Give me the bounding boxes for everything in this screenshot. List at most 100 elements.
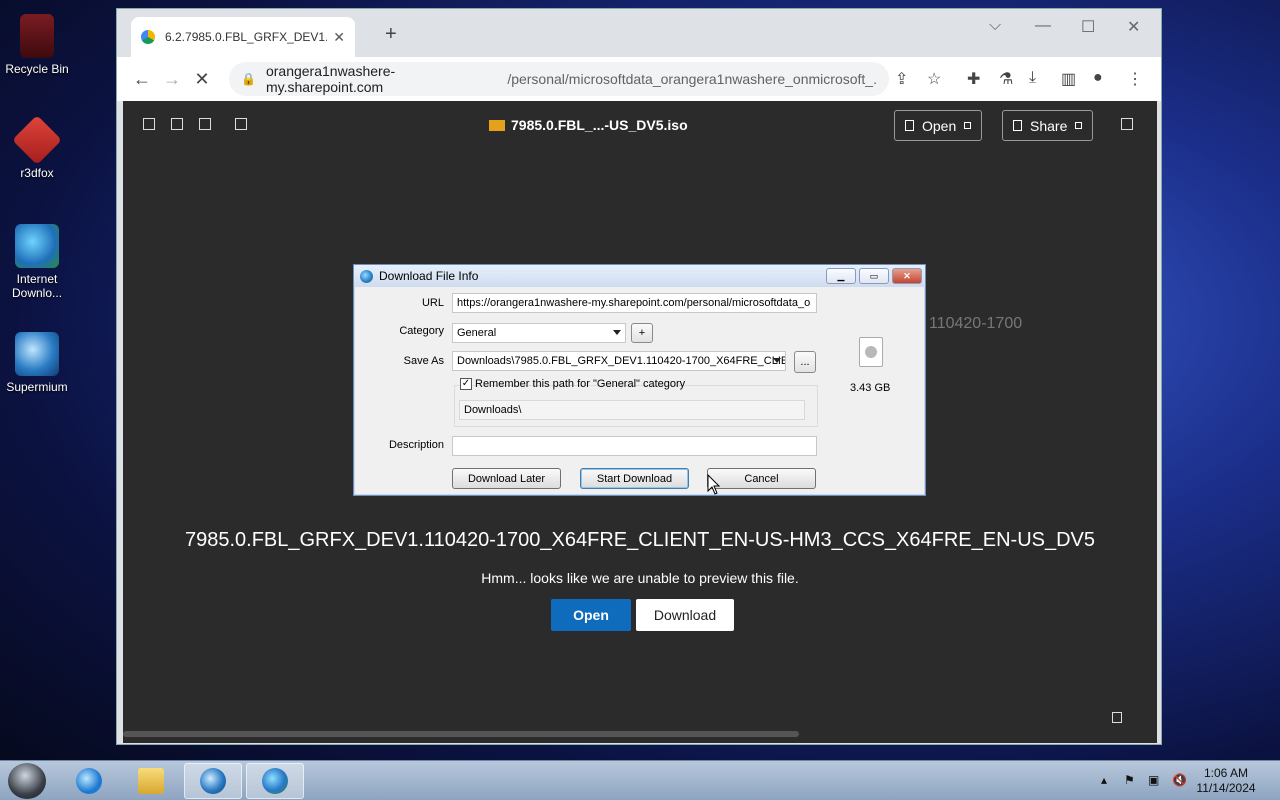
profile-avatar-icon[interactable]: ● <box>1093 69 1103 87</box>
file-size: 3.43 GB <box>850 382 891 394</box>
desktop-icon-r3dfox[interactable]: r3dfox <box>4 115 70 180</box>
start-button[interactable] <box>8 763 46 799</box>
supermium-icon <box>15 332 59 376</box>
lab-flask-icon[interactable]: ⚗ <box>999 69 1013 89</box>
toolbar-button-icon[interactable] <box>235 118 247 130</box>
url-label: URL <box>421 297 444 309</box>
viewer-topbar: 7985.0.FBL_...-US_DV5.iso Open Share <box>123 101 1157 149</box>
desktop-icon-supermium[interactable]: Supermium <box>4 332 70 394</box>
horizontal-scrollbar[interactable] <box>123 731 799 737</box>
desktop-icon-label: Internet Downlo... <box>12 272 63 300</box>
back-icon[interactable]: ← <box>127 69 157 90</box>
save-as-select[interactable]: Downloads\7985.0.FBL_GRFX_DEV1.110420-17… <box>452 351 786 371</box>
save-as-label: Save As <box>403 355 444 367</box>
bookmark-star-icon[interactable]: ☆ <box>927 69 941 89</box>
dialog-maximize-icon[interactable]: ▭ <box>859 268 889 284</box>
start-download-button[interactable]: Start Download <box>580 468 689 489</box>
description-label: Description <box>388 439 444 451</box>
toolbar-button-icon[interactable] <box>143 118 155 130</box>
url-field[interactable]: https://orangera1nwashere-my.sharepoint.… <box>452 293 817 313</box>
action-center-flag-icon[interactable]: ⚑ <box>1124 773 1135 787</box>
download-button[interactable]: Download <box>636 599 734 631</box>
desktop-icon-idm[interactable]: Internet Downlo... <box>4 224 70 300</box>
desktop-icon-label: Recycle Bin <box>5 62 69 76</box>
network-icon[interactable]: ▣ <box>1148 773 1159 787</box>
remember-path-checkbox[interactable]: ✓ <box>460 378 472 390</box>
clock-time: 1:06 AM <box>1203 766 1249 780</box>
dialog-minimize-icon[interactable]: ▁ <box>826 268 856 284</box>
share-icon <box>1013 120 1022 131</box>
save-as-value: Downloads\7985.0.FBL_GRFX_DEV1.110420-17… <box>457 355 786 367</box>
file-title-text: 7985.0.FBL_...-US_DV5.iso <box>511 117 688 133</box>
taskbar-internet-explorer[interactable] <box>60 763 118 799</box>
tab-search-icon[interactable]: ⌵ <box>989 17 1001 35</box>
category-label: Category <box>399 325 444 337</box>
description-field[interactable] <box>452 436 817 456</box>
dropdown-arrow-icon <box>613 330 621 335</box>
forward-icon[interactable]: → <box>157 69 187 90</box>
extensions-icon[interactable]: ✚ <box>967 69 980 89</box>
side-panel-icon[interactable]: ▥ <box>1061 69 1076 89</box>
browser-menu-icon[interactable]: ⋮ <box>1127 69 1143 89</box>
toolbar-button-icon[interactable] <box>171 118 183 130</box>
tab-title: 6.2.7985.0.FBL_GRFX_DEV1.1104 <box>165 30 328 44</box>
volume-muted-icon[interactable]: 🔇 <box>1172 773 1187 787</box>
fullscreen-icon[interactable] <box>1112 712 1122 723</box>
viewer-file-title: 7985.0.FBL_...-US_DV5.iso <box>489 117 688 133</box>
toolbar-button-icon[interactable] <box>199 118 211 130</box>
address-bar[interactable]: 🔒 orangera1nwashere-my.sharepoint.com /p… <box>229 62 889 96</box>
path-field[interactable]: Downloads\ <box>459 400 805 420</box>
taskbar-file-explorer[interactable] <box>122 763 180 799</box>
sharepoint-favicon-icon <box>141 30 155 44</box>
open-icon <box>905 120 914 131</box>
idm-app-icon <box>360 269 373 283</box>
open-label: Open <box>922 117 957 134</box>
show-hidden-icons-icon[interactable]: ▴ <box>1101 773 1107 787</box>
stop-loading-icon[interactable]: ✕ <box>187 69 217 90</box>
downloads-icon[interactable]: ⤓ <box>1029 69 1036 87</box>
taskbar-supermium[interactable] <box>184 763 242 799</box>
folder-icon <box>489 120 505 131</box>
chevron-icon <box>1075 122 1083 129</box>
url-path: /personal/microsoftdata_orangera1nwasher… <box>507 71 877 87</box>
dialog-titlebar[interactable]: Download File Info ▁ ▭ ✕ <box>354 265 925 287</box>
browser-toolbar: ← → ✕ 🔒 orangera1nwashere-my.sharepoint.… <box>117 57 1161 101</box>
minimize-icon[interactable]: — <box>1035 17 1051 35</box>
cancel-button[interactable]: Cancel <box>707 468 816 489</box>
dialog-close-icon[interactable]: ✕ <box>892 268 922 284</box>
close-viewer-icon[interactable] <box>1121 118 1133 130</box>
dropdown-arrow-icon <box>773 358 781 363</box>
add-category-button[interactable]: + <box>631 323 653 343</box>
category-select[interactable]: General <box>452 323 626 343</box>
open-button[interactable]: Open <box>551 599 631 631</box>
remember-path-label: Remember this path for "General" categor… <box>475 378 686 390</box>
system-clock[interactable]: 1:06 AM 11/14/2024 <box>1196 766 1256 796</box>
close-window-icon[interactable]: ✕ <box>1127 17 1140 37</box>
category-value: General <box>457 327 497 339</box>
browser-tab[interactable]: 6.2.7985.0.FBL_GRFX_DEV1.1104 ✕ <box>131 17 355 57</box>
desktop-icon-label: r3dfox <box>20 166 54 180</box>
background-text: 110420-1700 <box>929 315 1023 332</box>
dialog-title: Download File Info <box>379 269 479 283</box>
tab-strip: 6.2.7985.0.FBL_GRFX_DEV1.1104 ✕ + ⌵ — ☐ … <box>117 9 1161 57</box>
r3dfox-icon <box>12 115 62 165</box>
internet-explorer-icon <box>76 768 102 794</box>
new-tab-icon[interactable]: + <box>385 23 397 46</box>
browse-button[interactable]: ... <box>794 351 816 373</box>
desktop-icon-recycle-bin[interactable]: Recycle Bin <box>4 14 70 76</box>
maximize-icon[interactable]: ☐ <box>1081 17 1095 37</box>
clock-date: 11/14/2024 <box>1196 781 1256 795</box>
tab-close-icon[interactable]: ✕ <box>333 29 345 46</box>
download-later-button[interactable]: Download Later <box>452 468 561 489</box>
lock-icon[interactable]: 🔒 <box>241 72 256 86</box>
viewer-open-button[interactable]: Open <box>894 110 983 141</box>
supermium-icon <box>200 768 226 794</box>
share-label: Share <box>1030 117 1068 134</box>
idm-icon <box>15 224 59 268</box>
viewer-share-button[interactable]: Share <box>1002 110 1094 141</box>
share-page-icon[interactable]: ⇪ <box>895 69 908 89</box>
file-type-icon <box>859 337 883 367</box>
recycle-bin-icon <box>20 14 54 58</box>
url-domain: orangera1nwashere-my.sharepoint.com <box>265 63 396 95</box>
taskbar-idm[interactable] <box>246 763 304 799</box>
